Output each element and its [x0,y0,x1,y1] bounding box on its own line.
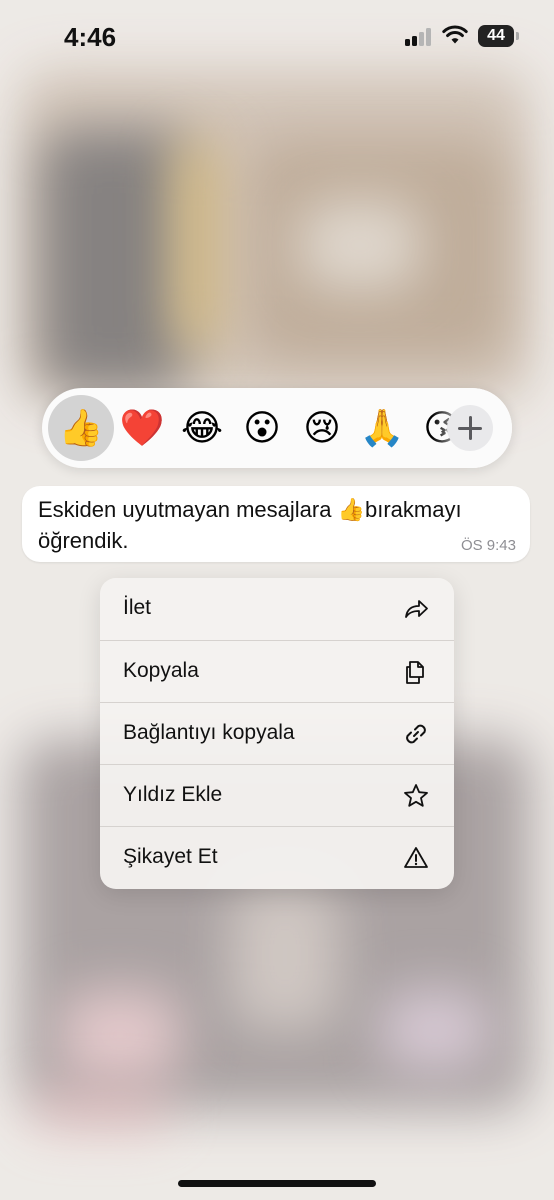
menu-item-label: Kopyala [123,659,199,682]
context-menu: İlet Kopyala Bağlantıyı kopyala Yıldız E… [100,578,454,889]
home-indicator[interactable] [178,1180,376,1187]
menu-item-label: Bağlantıyı kopyala [123,721,295,744]
star-icon [404,784,428,807]
reaction-laughing[interactable]: 😂 [176,402,228,454]
reaction-heart[interactable]: ❤️ [116,402,168,454]
menu-item-copy[interactable]: Kopyala [100,640,454,703]
status-time: 4:46 [64,22,117,52]
menu-item-copy-link[interactable]: Bağlantıyı kopyala [100,702,454,765]
message-timestamp: ÖS 9:43 [460,537,516,554]
reaction-bar: 👍 ❤️ 😂 😮 😢 🙏 😘 [42,388,512,468]
message-bubble[interactable]: Eskiden uyutmayan mesajlara 👍bırakmayı ö… [22,486,530,562]
battery-icon: 44 [478,25,514,47]
cellular-signal-icon [405,28,433,46]
reaction-crying[interactable]: 😢 [296,402,348,454]
copy-icon [406,661,424,684]
reaction-praying[interactable]: 🙏 [356,402,408,454]
menu-item-label: Şikayet Et [123,845,218,868]
menu-item-forward[interactable]: İlet [100,578,454,640]
forward-icon [405,600,428,618]
menu-item-report[interactable]: Şikayet Et [100,826,454,889]
reaction-thumbs-up[interactable]: 👍 [48,395,114,461]
wifi-icon [442,25,468,44]
more-reactions-button[interactable] [447,405,493,451]
menu-item-label: İlet [123,596,152,619]
menu-item-star[interactable]: Yıldız Ekle [100,764,454,827]
warning-icon [404,847,428,868]
link-icon [406,724,426,744]
message-text: Eskiden uyutmayan mesajlara 👍bırakmayı ö… [38,497,462,553]
menu-item-label: Yıldız Ekle [123,783,223,806]
status-bar: 4:46 44 [0,0,554,80]
reaction-surprised[interactable]: 😮 [236,402,288,454]
battery-cap [516,32,519,40]
